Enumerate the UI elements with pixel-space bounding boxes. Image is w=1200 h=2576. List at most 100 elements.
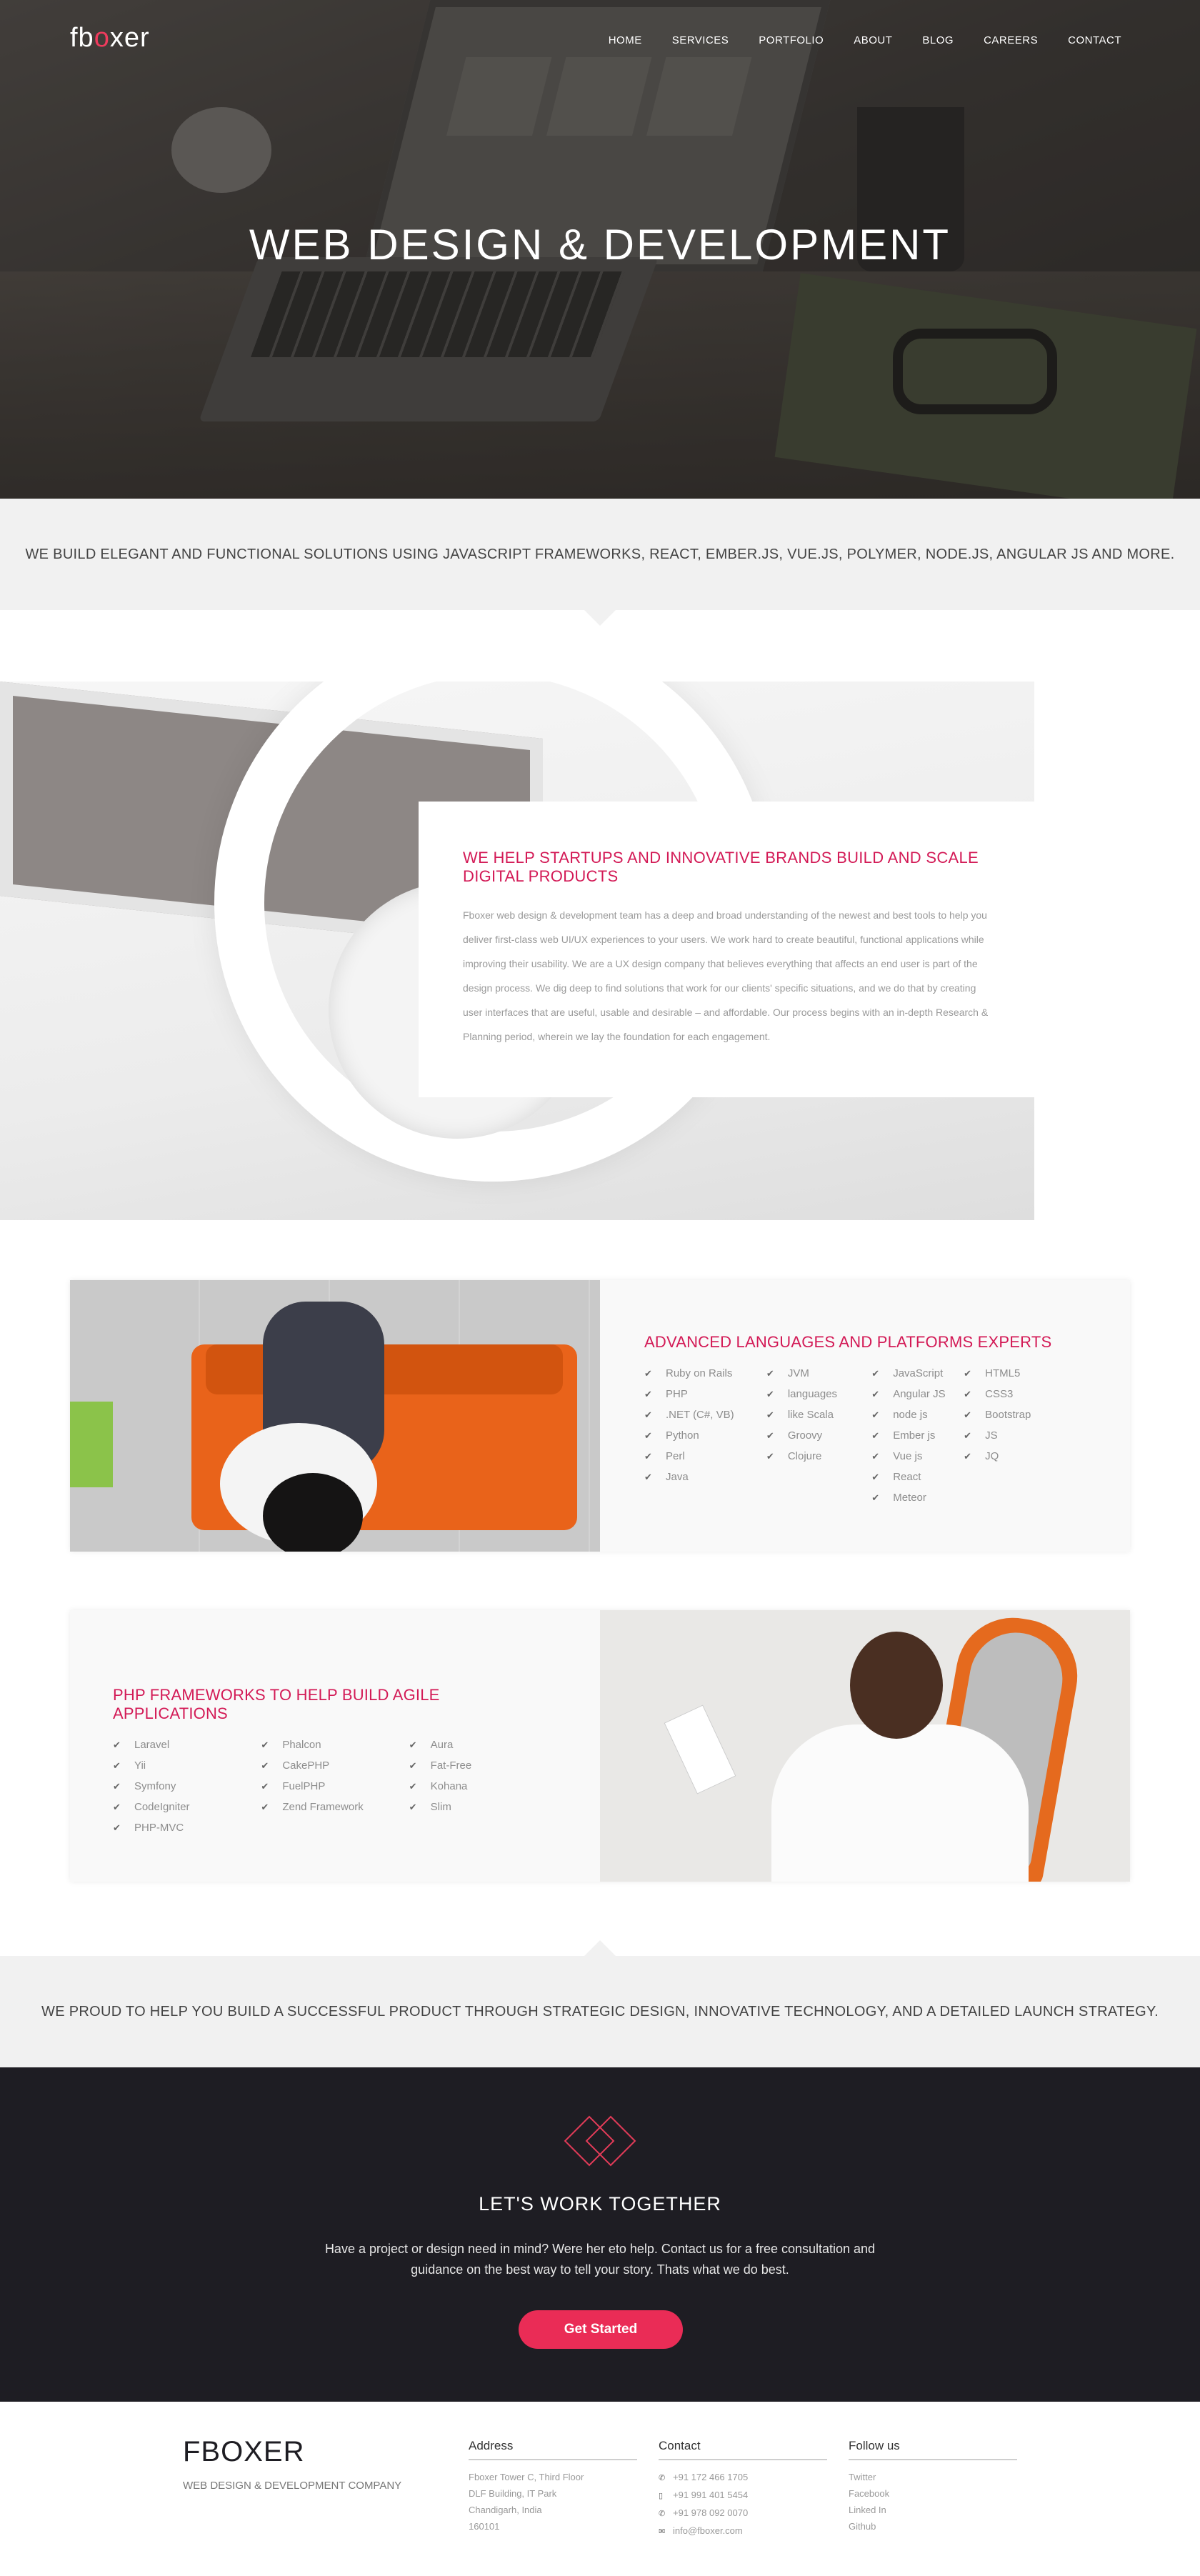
check-icon: ✔ (871, 1451, 880, 1462)
list-item: ✔ CodeIgniter (113, 1797, 261, 1817)
list-item: ✔ Perl (644, 1446, 766, 1467)
list-item: ✔ Meteor (871, 1487, 964, 1508)
footer-address: Address Fboxer Tower C, Third Floor DLF … (469, 2439, 637, 2535)
band-arrow-down (584, 610, 616, 626)
footer-logo[interactable]: FBOXER (183, 2436, 401, 2468)
follow-twitter-link[interactable]: Twitter (849, 2469, 1017, 2485)
check-icon: ✔ (964, 1368, 972, 1379)
check-icon: ✔ (871, 1492, 880, 1503)
cta-section: LET'S WORK TOGETHER Have a project or de… (0, 2067, 1200, 2402)
follow-github-link[interactable]: Github (849, 2518, 1017, 2535)
list-item: ✔ React (871, 1467, 964, 1487)
check-icon: ✔ (261, 1739, 269, 1750)
contact-phone-2[interactable]: ▯ +91 991 401 5454 (659, 2487, 827, 2505)
contact-email[interactable]: ✉ info@fboxer.com (659, 2522, 827, 2540)
phone-icon: ✆ (659, 2510, 666, 2518)
site-logo[interactable]: fboxer (70, 23, 150, 54)
check-icon: ✔ (113, 1802, 121, 1812)
tagline-band-bottom: WE PROUD TO HELP YOU BUILD A SUCCESSFUL … (0, 1956, 1200, 2067)
check-icon: ✔ (871, 1472, 880, 1482)
check-icon: ✔ (644, 1430, 652, 1441)
languages-col-1: ✔ Ruby on Rails ✔ PHP ✔ .NET (C#, VB) ✔ Python ✔… (644, 1363, 766, 1508)
languages-list: ✔ Ruby on Rails ✔ PHP ✔ .NET (C#, VB) ✔ Python ✔… (644, 1363, 1086, 1508)
list-item: ✔ languages (766, 1384, 871, 1404)
nav-blog[interactable]: BLOG (922, 34, 954, 46)
list-item: ✔ JS (964, 1425, 1086, 1446)
list-item: ✔ Ember js (871, 1425, 964, 1446)
list-item: ✔ Aura (409, 1734, 557, 1755)
address-line: Fboxer Tower C, Third Floor (469, 2472, 584, 2482)
php-heading: PHP FRAMEWORKS TO HELP BUILD AGILE APPLI… (113, 1686, 440, 1722)
list-item: ✔ Yii (113, 1755, 261, 1776)
phone-icon: ✆ (659, 2474, 666, 2482)
envelope-icon: ✉ (659, 2527, 666, 2536)
list-item: ✔ Zend Framework (261, 1797, 409, 1817)
list-item: ✔ CSS3 (964, 1384, 1086, 1404)
intro-body: Fboxer web design & development team has… (463, 909, 989, 1042)
list-item: ✔ PHP (644, 1384, 766, 1404)
nav-about[interactable]: ABOUT (854, 34, 892, 46)
languages-feature: ADVANCED LANGUAGES AND PLATFORMS EXPERTS… (70, 1280, 1130, 1552)
follow-facebook-link[interactable]: Facebook (849, 2485, 1017, 2502)
list-item: ✔ Python (644, 1425, 766, 1446)
check-icon: ✔ (644, 1368, 652, 1379)
list-item: ✔ Kohana (409, 1776, 557, 1797)
tagline-top-text: WE BUILD ELEGANT AND FUNCTIONAL SOLUTION… (25, 546, 1175, 562)
contact-phone-1[interactable]: ✆ +91 172 466 1705 (659, 2469, 827, 2487)
footer-follow-heading: Follow us (849, 2439, 1017, 2460)
hero-section: fboxer HOME SERVICES PORTFOLIO ABOUT BLO… (0, 0, 1200, 499)
check-icon: ✔ (766, 1409, 774, 1420)
php-feature: PHP FRAMEWORKS TO HELP BUILD AGILE APPLI… (70, 1610, 1130, 1882)
list-item: ✔ Laravel (113, 1734, 261, 1755)
contact-phone-3[interactable]: ✆ +91 978 092 0070 (659, 2505, 827, 2522)
intro-heading: WE HELP STARTUPS AND INNOVATIVE BRANDS B… (463, 849, 979, 885)
get-started-button[interactable]: Get Started (519, 2310, 683, 2349)
list-item: ✔ JVM (766, 1363, 871, 1384)
nav-contact[interactable]: CONTACT (1068, 34, 1121, 46)
list-item: ✔ Slim (409, 1797, 557, 1817)
check-icon: ✔ (113, 1760, 121, 1771)
footer-contact-heading: Contact (659, 2439, 827, 2460)
check-icon: ✔ (644, 1472, 652, 1482)
intro-card: WE HELP STARTUPS AND INNOVATIVE BRANDS B… (419, 802, 1034, 1097)
person-on-sofa-image (70, 1280, 600, 1552)
follow-linkedin-link[interactable]: Linked In (849, 2502, 1017, 2518)
check-icon: ✔ (409, 1739, 417, 1750)
list-item: ✔ Bootstrap (964, 1404, 1086, 1425)
check-icon: ✔ (766, 1451, 774, 1462)
nav-portfolio[interactable]: PORTFOLIO (759, 34, 824, 46)
diamond-logo-icon (563, 2115, 637, 2167)
list-item: ✔ Clojure (766, 1446, 871, 1467)
list-item: ✔ Symfony (113, 1776, 261, 1797)
list-item: ✔ FuelPHP (261, 1776, 409, 1797)
check-icon: ✔ (964, 1389, 972, 1399)
list-item: ✔ Vue js (871, 1446, 964, 1467)
list-item: ✔ HTML5 (964, 1363, 1086, 1384)
band-arrow-up (584, 1940, 616, 1956)
check-icon: ✔ (113, 1739, 121, 1750)
check-icon: ✔ (871, 1368, 880, 1379)
footer-address-heading: Address (469, 2439, 637, 2460)
check-icon: ✔ (644, 1409, 652, 1420)
check-icon: ✔ (871, 1430, 880, 1441)
main-nav: HOME SERVICES PORTFOLIO ABOUT BLOG CAREE… (609, 34, 1121, 46)
footer-brand: FBOXER WEB DESIGN & DEVELOPMENT COMPANY (183, 2436, 401, 2492)
check-icon: ✔ (261, 1760, 269, 1771)
php-col-3: ✔ Aura ✔ Fat-Free ✔ Kohana ✔ Slim (409, 1734, 557, 1838)
check-icon: ✔ (766, 1430, 774, 1441)
nav-careers[interactable]: CAREERS (984, 34, 1038, 46)
address-line: DLF Building, IT Park (469, 2488, 557, 2499)
nav-home[interactable]: HOME (609, 34, 642, 46)
tagline-band-top: WE BUILD ELEGANT AND FUNCTIONAL SOLUTION… (0, 499, 1200, 610)
check-icon: ✔ (871, 1389, 880, 1399)
man-reading-image (600, 1610, 1130, 1882)
check-icon: ✔ (964, 1451, 972, 1462)
nav-services[interactable]: SERVICES (672, 34, 729, 46)
check-icon: ✔ (644, 1389, 652, 1399)
languages-text: ADVANCED LANGUAGES AND PLATFORMS EXPERTS… (600, 1280, 1130, 1552)
mobile-icon: ▯ (659, 2492, 664, 2500)
list-item: ✔ node js (871, 1404, 964, 1425)
check-icon: ✔ (964, 1430, 972, 1441)
check-icon: ✔ (409, 1760, 417, 1771)
languages-col-2: ✔ JVM ✔ languages ✔ like Scala ✔ Groovy ✔ Clojure (766, 1363, 871, 1508)
